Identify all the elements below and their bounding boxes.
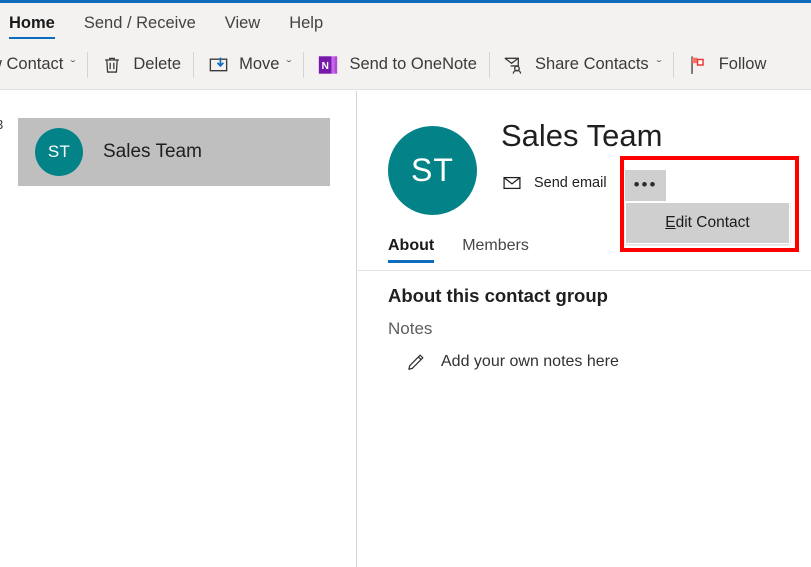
send-to-onenote-label: Send to OneNote [349,55,477,74]
menu-item-edit-contact[interactable]: Edit Contact [626,207,789,239]
share-contacts-icon [502,53,526,77]
new-contact-label: w Contact [0,55,64,74]
tab-members[interactable]: Members [462,237,529,263]
contact-detail-pane: ST Sales Team Send email About Members A… [358,91,811,567]
ellipsis-icon: ••• [633,175,658,195]
tabs-divider [358,270,811,271]
page-title: Sales Team [501,118,663,153]
delete-button[interactable]: Delete [88,40,193,89]
add-notes-button[interactable]: Add your own notes here [403,350,619,374]
avatar: ST [35,128,83,176]
follow-up-flag-icon [686,53,710,77]
ribbon-tab-home-label: Home [9,14,55,32]
list-item[interactable]: ST Sales Team [18,118,330,186]
ribbon-tab-send-receive[interactable]: Send / Receive [84,14,196,40]
contact-avatar: ST [388,126,477,215]
follow-up-button[interactable]: Follow [674,40,779,89]
send-email-button[interactable]: Send email [501,172,607,194]
list-item-label: Sales Team [103,141,202,162]
menu-item-accel: E [665,214,676,231]
contacts-list-pane: 3 I I I I I I ST Sales Team [0,91,357,567]
tab-members-label: Members [462,237,529,254]
send-email-label: Send email [534,175,607,191]
overflow-dropdown-menu: Edit Contact [625,202,790,244]
envelope-icon [501,172,523,194]
notes-section-label: Notes [388,319,433,338]
overflow-menu-button[interactable]: ••• [625,170,666,201]
ribbon-tab-home[interactable]: Home [9,14,55,40]
chevron-down-icon[interactable]: ˇ [287,58,292,72]
ribbon-tab-view[interactable]: View [225,14,260,40]
share-contacts-button[interactable]: Share Contacts ˇ [490,40,673,89]
ribbon-tab-help[interactable]: Help [289,14,323,40]
svg-text:N: N [322,60,329,71]
trash-icon [100,53,124,77]
share-contacts-label: Share Contacts [534,55,649,74]
chevron-down-icon[interactable]: ˇ [656,58,661,72]
move-label: Move [239,55,280,74]
chevron-down-icon[interactable]: ˇ [71,58,76,72]
ribbon-tab-send-receive-label: Send / Receive [83,14,196,32]
contact-action-row: Send email [501,170,607,196]
delete-label: Delete [133,55,182,74]
add-notes-label: Add your own notes here [441,353,619,370]
detail-tab-strip: About Members [388,233,557,263]
ribbon-command-bar: w Contact ˇ Delete [0,40,811,90]
tab-about[interactable]: About [388,237,435,263]
ribbon-tab-view-label: View [224,14,261,32]
tab-about-label: About [388,237,435,254]
new-contact-button[interactable]: w Contact ˇ [0,40,87,89]
onenote-icon: N [316,53,340,77]
alphabet-index[interactable]: I I I I I I [0,91,8,567]
ribbon-tab-help-label: Help [289,14,324,32]
ribbon-tab-strip: Home Send / Receive View Help [0,3,811,40]
outlook-people-window: Home Send / Receive View Help w Contact … [0,0,811,567]
menu-item-label: dit Contact [675,214,750,231]
move-button[interactable]: Move ˇ [194,40,303,89]
pencil-icon [403,350,427,374]
about-heading: About this contact group [388,285,608,306]
follow-up-label: Follow [718,55,767,74]
move-folder-icon [206,53,230,77]
send-to-onenote-button[interactable]: N Send to OneNote [304,40,489,89]
